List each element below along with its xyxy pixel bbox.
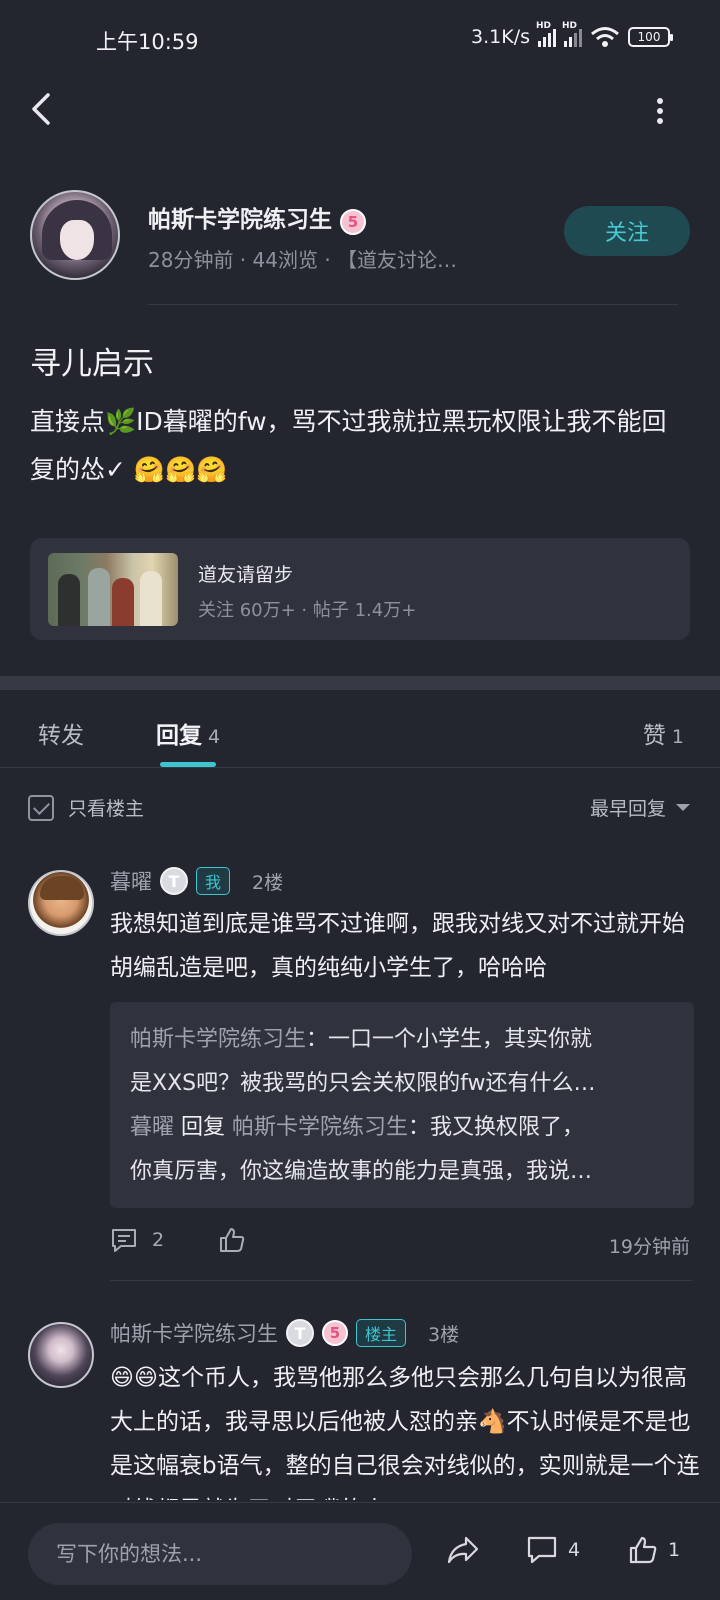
reply-input[interactable]: [28, 1523, 412, 1585]
net-speed: 3.1K/s: [471, 26, 530, 48]
back-arrow-icon[interactable]: [28, 92, 54, 126]
reply-count: 2: [152, 1229, 165, 1251]
title-badge: T: [286, 1319, 314, 1347]
signal-icon: HD: [536, 21, 556, 47]
more-options-icon[interactable]: [656, 98, 664, 124]
topic-name: 道友请留步: [198, 564, 294, 586]
commenter-avatar[interactable]: [28, 1322, 94, 1388]
comment-button[interactable]: 4: [526, 1535, 580, 1565]
status-icons: 3.1K/s HD HD 100: [471, 21, 673, 48]
divider: [0, 767, 720, 768]
follow-button[interactable]: 关注: [564, 206, 690, 256]
checkbox-icon[interactable]: [28, 794, 54, 821]
only-host-toggle[interactable]: 只看楼主: [28, 794, 144, 821]
post-title: 寻儿启示: [30, 346, 154, 382]
battery-icon: 100: [628, 27, 673, 47]
comment-actions: 2: [110, 1226, 246, 1254]
caret-down-icon: [676, 804, 690, 811]
post-meta: 28分钟前 · 44浏览 · 【道友讨论…: [148, 248, 458, 272]
like-button[interactable]: 1: [628, 1535, 680, 1565]
title-badge: T: [160, 867, 188, 895]
comment-text: 😄😄这个币人，我骂他那么多他只会那么几句自以为很高大上的话，我寻思以后他被人怼的…: [110, 1365, 700, 1500]
divider: [148, 304, 678, 305]
author-name[interactable]: 帕斯卡学院练习生 5: [148, 200, 367, 235]
comment-text: 我想知道到底是谁骂不过谁啊，跟我对线又对不过就开始胡编乱造是吧，真的纯纯小学生了…: [110, 911, 685, 981]
comment-header: 帕斯卡学院练习生 T 5 楼主 3楼: [110, 1318, 459, 1348]
sort-dropdown[interactable]: 最早回复: [590, 794, 690, 821]
signal-icon-2: HD: [562, 21, 582, 47]
floor-number: 3楼: [428, 1323, 460, 1346]
share-button[interactable]: [446, 1535, 480, 1565]
tab-like[interactable]: 赞1: [643, 716, 684, 750]
tab-reply[interactable]: 回复 4: [156, 716, 220, 750]
reply-preview[interactable]: 帕斯卡学院练习生：一口一个小学生，其实你就 是XXS吧？被我骂的只会关权限的fw…: [110, 1002, 694, 1208]
level-badge: 5: [322, 1320, 348, 1346]
topic-stats: 关注 60万+ · 帖子 1.4万+: [198, 600, 417, 621]
host-tag: 楼主: [356, 1319, 407, 1347]
me-tag: 我: [196, 867, 231, 895]
status-time: 上午10:59: [96, 30, 199, 54]
post-body: 直接点🌿ID暮曜的fw，骂不过我就拉黑玩权限让我不能回复的怂✓ 🤗🤗🤗: [30, 407, 667, 484]
author-avatar[interactable]: [30, 190, 120, 280]
thumbs-up-icon: [628, 1535, 658, 1565]
tab-repost[interactable]: 转发: [38, 716, 84, 750]
wifi-icon: [590, 26, 620, 48]
topic-thumbnail: [48, 553, 178, 626]
comment-count: 4: [568, 1539, 581, 1561]
comment-time: 19分钟前: [608, 1236, 690, 1258]
divider: [110, 1280, 692, 1281]
commenter-name[interactable]: 帕斯卡学院练习生: [110, 1318, 278, 1348]
comment-header: 暮曜 T 我 2楼: [110, 866, 283, 896]
topic-card[interactable]: 道友请留步 关注 60万+ · 帖子 1.4万+: [30, 538, 690, 640]
commenter-name[interactable]: 暮曜: [110, 866, 152, 896]
floor-number: 2楼: [252, 871, 284, 894]
bottom-action-bar: 4 1: [0, 1502, 720, 1600]
commenter-avatar[interactable]: [28, 870, 94, 936]
thumbs-up-icon[interactable]: [218, 1226, 246, 1254]
level-badge: 5: [340, 209, 367, 235]
reply-icon[interactable]: [110, 1227, 138, 1253]
section-separator: [0, 676, 720, 690]
comment-icon: [526, 1535, 558, 1565]
like-count: 1: [668, 1539, 681, 1561]
share-icon: [446, 1535, 480, 1565]
